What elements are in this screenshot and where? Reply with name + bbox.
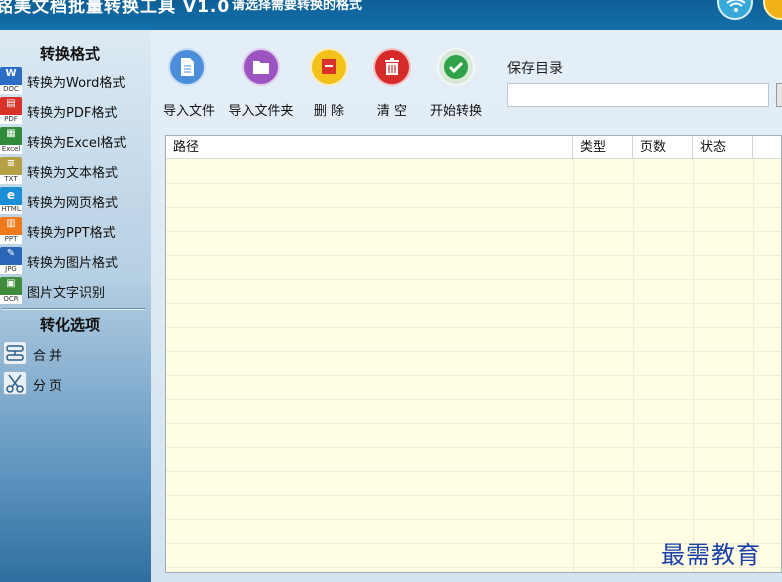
nav-label: 转换为PDF格式 bbox=[27, 106, 118, 121]
row-divider bbox=[166, 375, 781, 376]
nav-item-ppt[interactable]: ▥ PPT 转换为PPT格式 bbox=[0, 217, 151, 245]
clear-label: 清 空 bbox=[376, 104, 408, 119]
app-title: 铭美文档批量转换工具 V1.0 bbox=[0, 0, 231, 17]
nav-item-pdf[interactable]: ▤ PDF 转换为PDF格式 bbox=[0, 97, 151, 125]
nav-label: 转换为Word格式 bbox=[27, 76, 126, 91]
option-merge[interactable]: 合并 bbox=[0, 341, 151, 367]
row-divider bbox=[166, 447, 781, 448]
nav-item-image[interactable]: ✎ JPG 转换为图片格式 bbox=[0, 247, 151, 275]
row-divider bbox=[166, 279, 781, 280]
title-bar: 铭美文档批量转换工具 V1.0 请选择需要转换的格式 bbox=[0, 0, 782, 30]
option-split[interactable]: 分页 bbox=[0, 371, 151, 397]
txt-icon: ≡ TXT bbox=[0, 157, 22, 184]
import-folder-button[interactable]: 导入文件夹 bbox=[226, 48, 296, 119]
row-divider bbox=[166, 231, 781, 232]
pdf-icon: ▤ PDF bbox=[0, 97, 22, 124]
browse-button[interactable] bbox=[776, 83, 782, 107]
nav-item-ocr[interactable]: ▣ OCR 图片文字识别 bbox=[0, 277, 151, 305]
option-label: 分页 bbox=[33, 379, 66, 394]
jpg-icon: ✎ JPG bbox=[0, 247, 22, 274]
format-section-title: 转换格式 bbox=[39, 45, 100, 63]
nav-label: 转换为PPT格式 bbox=[27, 226, 116, 241]
row-divider bbox=[166, 351, 781, 352]
nav-item-text[interactable]: ≡ TXT 转换为文本格式 bbox=[0, 157, 151, 185]
column-divider bbox=[693, 159, 694, 572]
delete-icon bbox=[310, 48, 348, 86]
delete-button[interactable]: 删 除 bbox=[308, 48, 350, 119]
nav-label: 转换为网页格式 bbox=[27, 196, 119, 211]
ppt-icon: ▥ PPT bbox=[0, 217, 22, 244]
merge-icon bbox=[3, 341, 27, 365]
column-header-pages[interactable]: 页数 bbox=[633, 136, 693, 159]
row-divider bbox=[166, 423, 781, 424]
column-divider bbox=[633, 159, 634, 572]
save-dir-input[interactable] bbox=[507, 83, 769, 107]
column-header-status[interactable]: 状态 bbox=[693, 136, 753, 159]
wifi-icon[interactable] bbox=[717, 0, 753, 20]
column-header-path[interactable]: 路径 bbox=[166, 136, 573, 159]
start-convert-label: 开始转换 bbox=[429, 104, 482, 119]
row-divider bbox=[166, 471, 781, 472]
nav-label: 转换为图片格式 bbox=[27, 256, 119, 271]
sidebar: 转换格式 W DOC 转换为Word格式 ▤ PDF 转换为PDF格式 ▦ Excel… bbox=[0, 30, 151, 582]
user-icon[interactable] bbox=[763, 0, 782, 20]
nav-label: 转换为Excel格式 bbox=[27, 136, 127, 151]
row-divider bbox=[166, 399, 781, 400]
row-divider bbox=[166, 303, 781, 304]
nav-item-html[interactable]: e HTML 转换为网页格式 bbox=[0, 187, 151, 215]
ocr-icon: ▣ OCR bbox=[0, 277, 22, 304]
nav-item-word[interactable]: W DOC 转换为Word格式 bbox=[0, 67, 151, 95]
watermark: 最需教育 bbox=[661, 541, 761, 569]
import-folder-label: 导入文件夹 bbox=[228, 104, 294, 119]
column-header-type[interactable]: 类型 bbox=[573, 136, 633, 159]
option-label: 合并 bbox=[33, 349, 66, 364]
file-table[interactable]: 路径 类型 页数 状态 bbox=[165, 135, 782, 573]
document-icon bbox=[168, 48, 206, 86]
word-doc-icon: W DOC bbox=[0, 67, 22, 94]
folder-icon bbox=[242, 48, 280, 86]
format-hint: 请选择需要转换的格式 bbox=[232, 0, 363, 13]
column-divider bbox=[573, 159, 574, 572]
nav-label: 图片文字识别 bbox=[27, 286, 106, 301]
nav-label: 转换为文本格式 bbox=[27, 166, 119, 181]
delete-label: 删 除 bbox=[313, 104, 345, 119]
excel-icon: ▦ Excel bbox=[0, 127, 22, 154]
main-panel: 导入文件 导入文件夹 删 除 清 空 开始转换 保存目录 路径 类型 页数 状态 bbox=[151, 30, 782, 582]
start-convert-button[interactable]: 开始转换 bbox=[427, 48, 485, 119]
row-divider bbox=[166, 495, 781, 496]
column-divider bbox=[753, 159, 754, 572]
row-divider bbox=[166, 255, 781, 256]
row-divider bbox=[166, 183, 781, 184]
save-dir-label: 保存目录 bbox=[507, 61, 563, 77]
table-header: 路径 类型 页数 状态 bbox=[166, 136, 781, 159]
trash-icon bbox=[373, 48, 411, 86]
row-divider bbox=[166, 519, 781, 520]
import-file-button[interactable]: 导入文件 bbox=[163, 48, 216, 119]
row-divider bbox=[166, 327, 781, 328]
check-icon bbox=[437, 48, 475, 86]
scissors-icon bbox=[3, 371, 27, 395]
clear-button[interactable]: 清 空 bbox=[371, 48, 413, 119]
nav-item-excel[interactable]: ▦ Excel 转换为Excel格式 bbox=[0, 127, 151, 155]
sidebar-divider bbox=[2, 308, 146, 310]
options-section-title: 转化选项 bbox=[39, 316, 100, 334]
html-icon: e HTML bbox=[0, 187, 22, 214]
import-file-label: 导入文件 bbox=[163, 104, 216, 119]
row-divider bbox=[166, 207, 781, 208]
